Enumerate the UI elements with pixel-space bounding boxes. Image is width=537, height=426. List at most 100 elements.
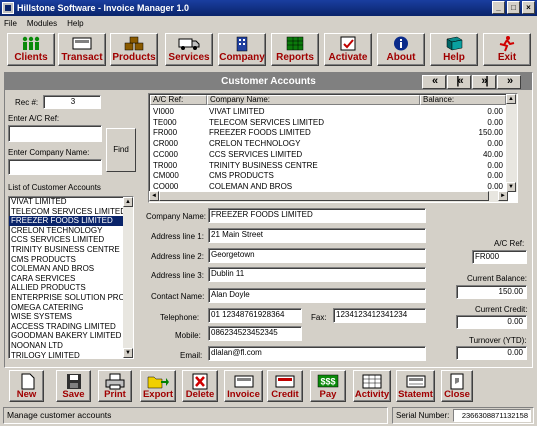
close-button[interactable]: Close bbox=[441, 370, 473, 402]
company-name-label: Company Name: bbox=[146, 212, 207, 221]
about-button[interactable]: About bbox=[377, 33, 425, 66]
customer-list-item[interactable]: CMS PRODUCTS bbox=[9, 255, 133, 265]
customer-list-item[interactable]: COLEMAN AND BROS bbox=[9, 264, 133, 274]
print-button[interactable]: Print bbox=[98, 370, 132, 402]
grid-scroll-up-icon[interactable]: ▲ bbox=[506, 94, 516, 104]
address1-field[interactable]: 21 Main Street bbox=[208, 228, 426, 243]
customer-list-item[interactable]: TRINITY BUSINESS CENTRE bbox=[9, 245, 133, 255]
customer-list-item[interactable]: CRELON TECHNOLOGY bbox=[9, 226, 133, 236]
company-button[interactable]: Company bbox=[218, 33, 266, 66]
fax-field[interactable]: 1234123412341234 bbox=[333, 308, 426, 323]
find-button[interactable]: Find bbox=[106, 128, 136, 172]
about-icon bbox=[394, 36, 408, 51]
invoice-button[interactable]: Invoice bbox=[224, 370, 263, 402]
credit-field: 0.00 bbox=[456, 315, 527, 329]
col-ac-ref[interactable]: A/C Ref: bbox=[150, 95, 207, 105]
grid-scroll-right-icon[interactable]: ► bbox=[498, 191, 508, 201]
app-icon bbox=[2, 2, 14, 14]
grid-scroll-thumb[interactable] bbox=[159, 191, 489, 201]
services-icon bbox=[178, 38, 200, 50]
address3-field[interactable]: Dublin 11 bbox=[208, 267, 426, 282]
clients-icon bbox=[22, 36, 40, 50]
table-row[interactable]: CC000 CCS SERVICES LIMITED 40.00 bbox=[150, 150, 507, 161]
close-window-button[interactable]: × bbox=[522, 1, 535, 14]
telephone-field[interactable]: 01 12348761928364 bbox=[208, 308, 302, 323]
minimize-button[interactable]: _ bbox=[492, 1, 505, 14]
maximize-button[interactable]: □ bbox=[507, 1, 520, 14]
scroll-up-arrow-icon[interactable]: ▲ bbox=[123, 197, 133, 207]
accounts-grid[interactable]: A/C Ref: Company Name: Balance: VI000 VIV… bbox=[148, 93, 518, 203]
grid-scroll-left-icon[interactable]: ◄ bbox=[149, 191, 159, 201]
customer-list-item[interactable]: VIVAT LIMITED bbox=[9, 197, 133, 207]
activity-button[interactable]: Activity bbox=[353, 370, 391, 402]
transact-icon bbox=[72, 37, 92, 50]
activate-button[interactable]: Activate bbox=[324, 33, 372, 66]
pay-button[interactable]: $$$ Pay bbox=[310, 370, 346, 402]
statement-icon bbox=[406, 375, 425, 388]
statement-button[interactable]: Statemt bbox=[396, 370, 435, 402]
customer-list-item[interactable]: TELECOM SERVICES LIMITED bbox=[9, 207, 133, 217]
delete-button[interactable]: Delete bbox=[182, 370, 218, 402]
col-company-name[interactable]: Company Name: bbox=[207, 95, 420, 105]
customer-list-item[interactable]: FREEZER FOODS LIMITED bbox=[9, 216, 133, 226]
help-button[interactable]: Help bbox=[430, 33, 478, 66]
address2-field[interactable]: Georgetown bbox=[208, 248, 426, 263]
customer-list-item[interactable]: NOONAN LTD bbox=[9, 341, 133, 351]
customer-list-item[interactable]: TRILOGY LIMITED bbox=[9, 351, 133, 359]
scroll-down-arrow-icon[interactable]: ▼ bbox=[123, 348, 133, 358]
clients-button[interactable]: Clients bbox=[7, 33, 55, 66]
products-icon bbox=[124, 36, 144, 51]
table-row[interactable]: VI000 VIVAT LIMITED 0.00 bbox=[150, 107, 507, 118]
company-name-field[interactable]: FREEZER FOODS LIMITED bbox=[208, 208, 426, 223]
customer-list-item[interactable]: CCS SERVICES LIMITED bbox=[9, 235, 133, 245]
company-icon bbox=[236, 36, 248, 52]
invoice-icon bbox=[234, 375, 253, 388]
credit-button[interactable]: Credit bbox=[267, 370, 303, 402]
customer-list-item[interactable]: CARA SERVICES bbox=[9, 274, 133, 284]
cell-balance: 0.00 bbox=[487, 160, 503, 170]
ac-ref-search-input[interactable] bbox=[8, 125, 102, 142]
email-field[interactable]: dlalan@fl.com bbox=[208, 346, 426, 361]
reports-button[interactable]: Reports bbox=[271, 33, 319, 66]
menu-file[interactable]: File bbox=[4, 19, 17, 28]
col-balance[interactable]: Balance: bbox=[420, 95, 506, 105]
grid-vertical-scrollbar[interactable]: ▲ ▼ bbox=[506, 94, 517, 192]
table-row[interactable]: CM000 CMS PRODUCTS 0.00 bbox=[150, 171, 507, 182]
nav-previous-button[interactable]: |« bbox=[447, 75, 471, 89]
table-row[interactable]: TE000 TELECOM SERVICES LIMITED 0.00 bbox=[150, 118, 507, 129]
customer-list-item[interactable]: OMEGA CATERING bbox=[9, 303, 133, 313]
customer-list-item[interactable]: WISE SYSTEMS bbox=[9, 312, 133, 322]
status-bar: Manage customer accounts Serial Number: … bbox=[0, 405, 537, 426]
rec-number-field[interactable]: 3 bbox=[43, 95, 101, 109]
menu-modules[interactable]: Modules bbox=[27, 19, 57, 28]
save-button[interactable]: Save bbox=[56, 370, 91, 402]
grid-horizontal-scrollbar[interactable]: ◄ ► bbox=[149, 191, 508, 202]
customer-list-item[interactable]: GOODMAN BAKERY LIMITED bbox=[9, 331, 133, 341]
nav-first-button[interactable]: « bbox=[422, 75, 446, 89]
company-name-search-label: Enter Company Name: bbox=[8, 148, 90, 157]
menu-help[interactable]: Help bbox=[67, 19, 83, 28]
customer-list-item[interactable]: ENTERPRISE SOLUTION PRO bbox=[9, 293, 133, 303]
services-button[interactable]: Services bbox=[165, 33, 213, 66]
products-button[interactable]: Products bbox=[110, 33, 158, 66]
mobile-field[interactable]: 086234523452345 bbox=[208, 326, 302, 341]
customer-list[interactable]: VIVAT LIMITED TELECOM SERVICES LIMITED FRE… bbox=[8, 196, 134, 359]
balance-field: 150.00 bbox=[456, 285, 527, 299]
nav-last-button[interactable]: » bbox=[497, 75, 521, 89]
transact-button[interactable]: Transact bbox=[58, 33, 106, 66]
cell-company-name: TELECOM SERVICES LIMITED bbox=[209, 117, 324, 127]
contact-field[interactable]: Alan Doyle bbox=[208, 288, 426, 303]
customer-list-scrollbar[interactable]: ▲ ▼ bbox=[123, 197, 133, 358]
table-row[interactable]: TR000 TRINITY BUSINESS CENTRE 0.00 bbox=[150, 161, 507, 172]
cell-ac-ref: CM000 bbox=[153, 171, 179, 181]
new-button[interactable]: New bbox=[9, 370, 44, 402]
table-row[interactable]: FR000 FREEZER FOODS LIMITED 150.00 bbox=[150, 128, 507, 139]
table-row[interactable]: CR000 CRELON TECHNOLOGY 0.00 bbox=[150, 139, 507, 150]
cell-balance: 0.00 bbox=[487, 171, 503, 181]
export-button[interactable]: Export bbox=[140, 370, 176, 402]
customer-list-item[interactable]: ACCESS TRADING LIMITED bbox=[9, 322, 133, 332]
exit-button[interactable]: Exit bbox=[483, 33, 531, 66]
customer-list-item[interactable]: ALLIED PRODUCTS bbox=[9, 283, 133, 293]
nav-next-button[interactable]: »| bbox=[472, 75, 496, 89]
company-name-search-input[interactable] bbox=[8, 159, 102, 175]
